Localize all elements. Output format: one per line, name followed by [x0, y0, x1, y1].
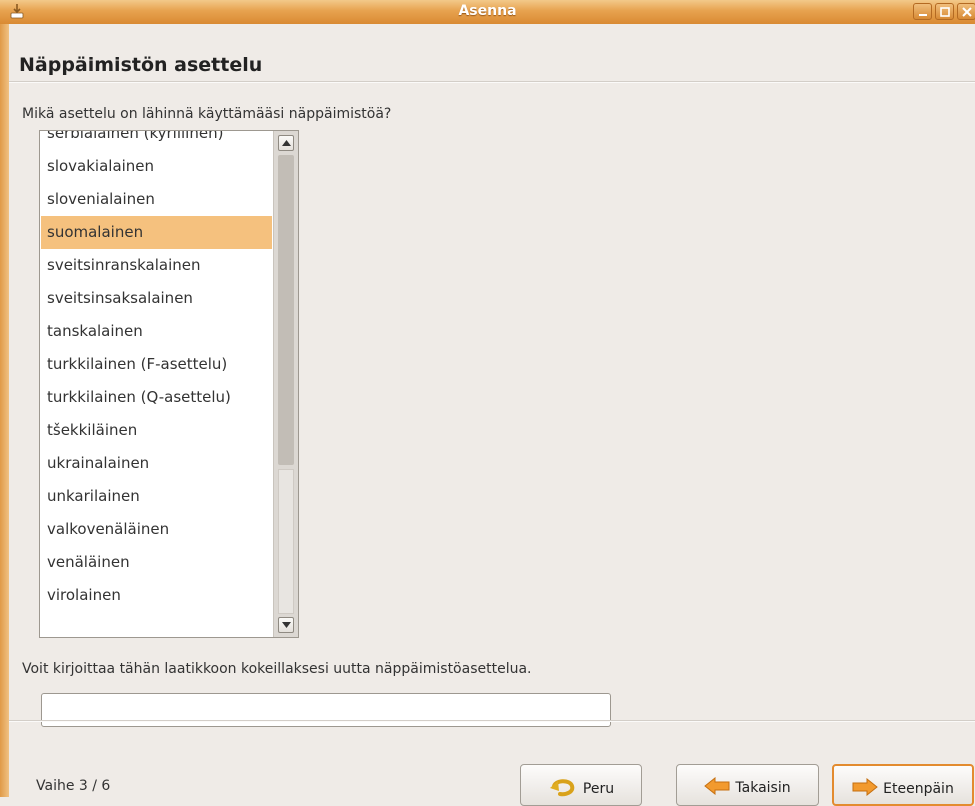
minimize-icon	[919, 14, 927, 16]
list-scrollbar[interactable]	[273, 131, 298, 637]
minimize-button[interactable]	[913, 3, 932, 20]
footer-separator	[9, 720, 975, 722]
scrollbar-track[interactable]	[278, 469, 294, 614]
list-item[interactable]: tanskalainen	[41, 315, 272, 348]
keyboard-layout-list[interactable]: serbialainen (kyrillinen) slovakialainen…	[39, 130, 299, 638]
list-item[interactable]: turkkilainen (F-asettelu)	[41, 348, 272, 381]
list-item[interactable]: valkovenäläinen	[41, 513, 272, 546]
undo-arrow-icon	[548, 777, 578, 801]
back-label: Takaisin	[735, 780, 791, 796]
close-icon	[962, 7, 972, 17]
list-item[interactable]: ukrainalainen	[41, 447, 272, 480]
layout-question: Mikä asettelu on lähinnä käyttämääsi näp…	[22, 106, 392, 122]
list-item[interactable]: turkkilainen (Q-asettelu)	[41, 381, 272, 414]
next-label: Eteenpäin	[883, 781, 954, 797]
layout-list-area: serbialainen (kyrillinen) slovakialainen…	[40, 131, 273, 637]
installer-page: Näppäimistön asettelu Mikä asettelu on l…	[9, 24, 975, 806]
cancel-button[interactable]: Peru	[520, 764, 642, 806]
page-title: Näppäimistön asettelu	[19, 54, 263, 76]
back-button[interactable]: Takaisin	[676, 764, 819, 806]
header-separator	[9, 81, 975, 83]
arrow-up-icon	[282, 140, 291, 146]
step-indicator: Vaihe 3 / 6	[36, 778, 111, 794]
list-item[interactable]: slovakialainen	[41, 150, 272, 183]
list-item[interactable]: tšekkiläinen	[41, 414, 272, 447]
next-button[interactable]: Eteenpäin	[832, 764, 974, 806]
window-title: Asenna	[458, 3, 517, 19]
cancel-label: Peru	[582, 781, 615, 797]
arrow-down-icon	[282, 622, 291, 628]
arrow-left-icon	[704, 776, 730, 799]
window-left-border	[0, 24, 9, 797]
test-help-text: Voit kirjoittaa tähän laatikkoon kokeill…	[22, 661, 532, 677]
maximize-icon	[940, 7, 950, 17]
list-item[interactable]: unkarilainen	[41, 480, 272, 513]
list-item[interactable]: virolainen	[41, 579, 272, 612]
close-button[interactable]	[957, 3, 975, 20]
scroll-up-button[interactable]	[278, 135, 294, 151]
list-item[interactable]: sveitsinsaksalainen	[41, 282, 272, 315]
window-titlebar[interactable]: Asenna	[0, 0, 975, 25]
list-item[interactable]: venäläinen	[41, 546, 272, 579]
list-item[interactable]: sveitsinranskalainen	[41, 249, 272, 282]
scroll-down-button[interactable]	[278, 617, 294, 633]
list-item[interactable]: serbialainen (kyrillinen)	[41, 131, 272, 150]
scrollbar-thumb[interactable]	[278, 155, 294, 465]
list-item[interactable]: slovenialainen	[41, 183, 272, 216]
list-item-selected[interactable]: suomalainen	[41, 216, 272, 249]
maximize-button[interactable]	[935, 3, 954, 20]
